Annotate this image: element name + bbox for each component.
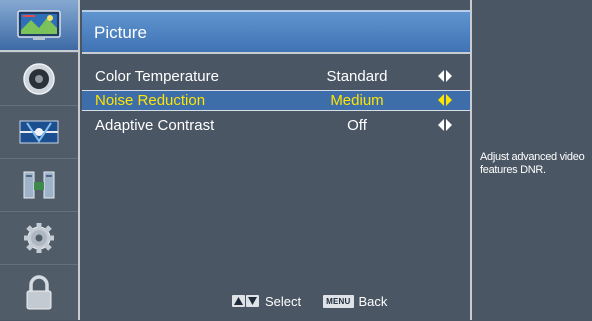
menu-row-adaptive-contrast[interactable]: Adaptive Contrast Off bbox=[82, 115, 470, 136]
picture-icon bbox=[17, 10, 61, 40]
menu-row-color-temperature[interactable]: Color Temperature Standard bbox=[82, 66, 470, 87]
left-right-arrows-icon[interactable] bbox=[437, 69, 453, 83]
menu-row-label: Color Temperature bbox=[95, 68, 219, 85]
settings-icon bbox=[24, 223, 54, 253]
help-text: Adjust advanced video features DNR. bbox=[480, 151, 585, 176]
up-key-icon bbox=[232, 295, 245, 307]
category-sidebar bbox=[0, 0, 80, 320]
menu-row-label: Noise Reduction bbox=[95, 92, 206, 109]
lock-icon bbox=[26, 275, 52, 310]
left-right-arrows-icon[interactable] bbox=[437, 118, 453, 132]
menu-row-value: Standard bbox=[326, 68, 388, 85]
sidebar-item-channel[interactable] bbox=[0, 105, 78, 158]
menu-row-noise-reduction[interactable]: Noise Reduction Medium bbox=[82, 90, 470, 111]
down-key-icon bbox=[246, 295, 259, 307]
select-hint-label: Select bbox=[265, 293, 302, 309]
sidebar-item-setup[interactable] bbox=[0, 158, 78, 211]
help-panel: Adjust advanced video features DNR. bbox=[470, 0, 592, 320]
sidebar-item-sound[interactable] bbox=[0, 52, 78, 105]
menu-key-badge: MENU bbox=[323, 294, 354, 308]
menu-row-value: Medium bbox=[330, 92, 384, 109]
sidebar-item-settings[interactable] bbox=[0, 211, 78, 264]
channel-icon bbox=[19, 120, 59, 144]
sidebar-item-picture[interactable] bbox=[0, 0, 78, 52]
footer-hints: Select MENU Back bbox=[232, 292, 387, 310]
sidebar-item-lock[interactable] bbox=[0, 264, 78, 321]
menu-row-value: Off bbox=[347, 117, 367, 134]
menu-row-label: Adaptive Contrast bbox=[95, 117, 215, 134]
sound-icon bbox=[23, 63, 55, 95]
page-title: Picture bbox=[94, 23, 147, 42]
setup-icon bbox=[23, 171, 55, 199]
back-hint-label: Back bbox=[358, 293, 388, 309]
left-right-arrows-icon[interactable] bbox=[437, 93, 453, 107]
menu-header: Picture bbox=[82, 10, 470, 54]
